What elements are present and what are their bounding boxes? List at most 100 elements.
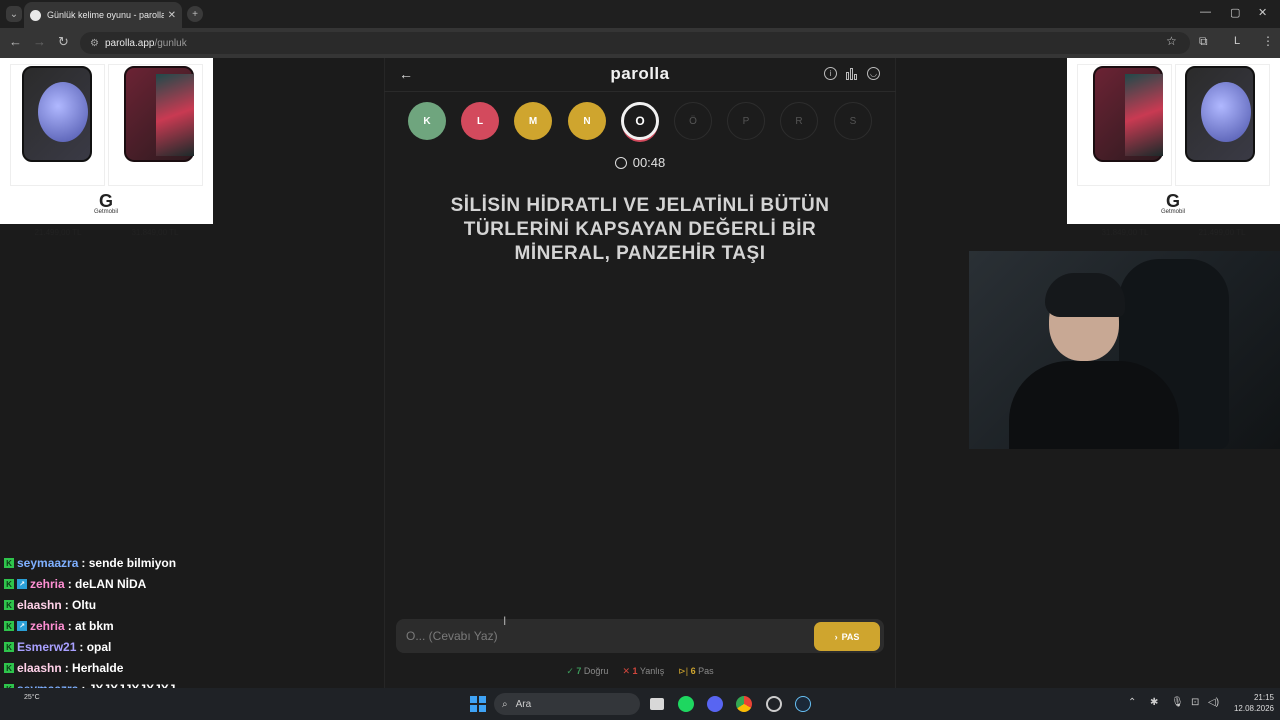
stats-chart-icon[interactable]: [845, 67, 859, 80]
chat-message: K Esmerw21: opal: [4, 640, 111, 654]
letter-circle-5: O: [621, 102, 659, 140]
search-label: Ara: [515, 698, 532, 710]
task-view-icon[interactable]: [650, 698, 664, 710]
discord-icon[interactable]: [707, 696, 723, 712]
right-ad-banner[interactable]: 31.849,00 TL 21.499,00 TL G Getmobil: [1067, 58, 1280, 237]
url-path: /gunluk: [154, 37, 187, 49]
kick-badge-icon: K: [4, 642, 14, 652]
ad-price-2: 21.499,00 TL: [1198, 228, 1246, 237]
extensions-icon[interactable]: ⧉: [1199, 34, 1208, 49]
taskbar: [0, 688, 1280, 720]
menu-kebab-icon[interactable]: ⋮: [1262, 34, 1274, 48]
info-icon[interactable]: i: [824, 67, 837, 80]
chat-username[interactable]: Esmerw21: [17, 640, 76, 654]
answer-input[interactable]: [406, 629, 786, 643]
kick-badge-icon: K: [4, 621, 14, 631]
chat-username[interactable]: seymaazra: [17, 556, 78, 570]
chat-message: K ↗ zehria: at bkm: [4, 619, 114, 633]
sub-badge-icon: ↗: [17, 579, 27, 589]
minimize-icon[interactable]: —: [1200, 6, 1211, 18]
left-ad-banner[interactable]: 21.499,00 TL 31.849,00 TL G Getmobil: [0, 58, 213, 237]
pass-button-label: PAS: [841, 631, 860, 642]
parolla-logo: parolla: [610, 64, 670, 83]
kick-badge-icon: K: [4, 663, 14, 673]
ad-price-1: 31.849,00 TL: [1101, 228, 1149, 237]
phone-image: [124, 66, 194, 162]
site-info-icon[interactable]: ⚙: [90, 38, 99, 49]
letter-circle-2: L: [461, 102, 499, 140]
tab-close-icon[interactable]: ✕: [168, 10, 176, 21]
browser-tab[interactable]: Günlük kelime oyunu - parolla ✕: [24, 2, 182, 28]
maximize-icon[interactable]: ▢: [1230, 6, 1240, 19]
phone-image: [1185, 66, 1255, 162]
letter-circle-6: Ö: [674, 102, 712, 140]
phone-image: [1093, 66, 1163, 162]
reload-icon[interactable]: ↻: [58, 34, 69, 50]
letter-circle-4: N: [568, 102, 606, 140]
new-tab-button[interactable]: +: [187, 6, 203, 22]
microphone-icon[interactable]: 🎙︎: [1171, 697, 1184, 708]
letter-circle-3: M: [514, 102, 552, 140]
kick-badge-icon: K: [4, 579, 14, 589]
back-arrow-icon[interactable]: ←: [399, 66, 413, 82]
clock-date: 12.08.2026: [1233, 704, 1274, 713]
user-profile-icon[interactable]: ◡: [867, 67, 880, 80]
ad-price-1: 21.499,00 TL: [34, 228, 82, 237]
chat-text: : Oltu: [64, 598, 97, 612]
chat-message: K ↗ zehria: deLAN NİDA: [4, 577, 146, 591]
correct-stat: ✓ 7 Doğru: [566, 666, 609, 676]
window-close-icon[interactable]: ✕: [1258, 6, 1267, 19]
chat-text: : opal: [79, 640, 112, 654]
system-clock[interactable]: 21:15 12.08.2026: [1224, 692, 1274, 714]
sub-badge-icon: ↗: [17, 621, 27, 631]
forward-arrow-icon[interactable]: →: [33, 34, 46, 49]
address-bar[interactable]: ⚙ parolla.app/gunluk: [80, 32, 1190, 54]
skip-icon: ⊳|: [678, 666, 689, 676]
check-icon: ✓: [566, 666, 574, 676]
windows-start-icon[interactable]: [470, 696, 486, 712]
volume-icon[interactable]: ◁): [1208, 697, 1219, 708]
game-panel: [384, 58, 896, 688]
kick-badge-icon: K: [4, 558, 14, 568]
clock-time: 21:15: [1253, 693, 1274, 702]
answer-field[interactable]: [396, 619, 884, 653]
spotify-icon[interactable]: [678, 696, 694, 712]
tab-title: Günlük kelime oyunu - parolla: [47, 10, 164, 20]
timer: 00:48: [600, 155, 680, 170]
search-icon: ⌕: [502, 698, 508, 710]
webcam-overlay: [969, 251, 1280, 449]
chat-username[interactable]: elaashn: [17, 661, 62, 675]
chevron-up-icon[interactable]: ⌃: [1128, 697, 1136, 708]
tab-search-icon[interactable]: ⌄: [6, 6, 22, 22]
chat-text: : Herhalde: [64, 661, 124, 675]
bookmark-star-icon[interactable]: ☆: [1166, 34, 1177, 48]
timer-value: 00:48: [632, 155, 666, 170]
letter-circle-9: S: [834, 102, 872, 140]
wrong-stat: ✕ 1 Yanlış: [622, 666, 665, 676]
cross-icon: ✕: [622, 666, 630, 676]
app-icon[interactable]: [766, 696, 782, 712]
profile-icon[interactable]: L: [1234, 35, 1240, 47]
phone-image: [22, 66, 92, 162]
tab-favicon-icon: [30, 9, 41, 21]
chat-text: : sende bilmiyon: [81, 556, 177, 570]
settings-icon[interactable]: ✱: [1150, 697, 1158, 708]
ad-brand-logo: G Getmobil: [1160, 191, 1185, 215]
clock-icon: [614, 156, 627, 169]
chevron-right-icon: ›: [834, 631, 838, 642]
steam-icon[interactable]: [795, 696, 811, 712]
chrome-icon[interactable]: [736, 696, 752, 712]
pass-button[interactable]: › PAS: [814, 622, 880, 651]
ad-brand-logo: G Getmobil: [93, 191, 118, 215]
letter-circle-1: K: [408, 102, 446, 140]
streamer-hair: [1045, 273, 1125, 317]
taskbar-search[interactable]: ⌕ Ara: [494, 693, 640, 715]
question-text: SİLİSİN HİDRATLI VE JELATİNLİ BÜTÜN TÜRL…: [450, 195, 830, 264]
chat-username[interactable]: zehria: [30, 619, 65, 633]
chat-username[interactable]: elaashn: [17, 598, 62, 612]
back-arrow-icon[interactable]: ←: [9, 34, 22, 49]
chat-message: Kelaashn: Oltu: [4, 598, 96, 612]
network-icon[interactable]: ⊡: [1191, 697, 1199, 708]
chat-username[interactable]: zehria: [30, 577, 65, 591]
weather-widget[interactable]: 25°C: [24, 694, 40, 701]
